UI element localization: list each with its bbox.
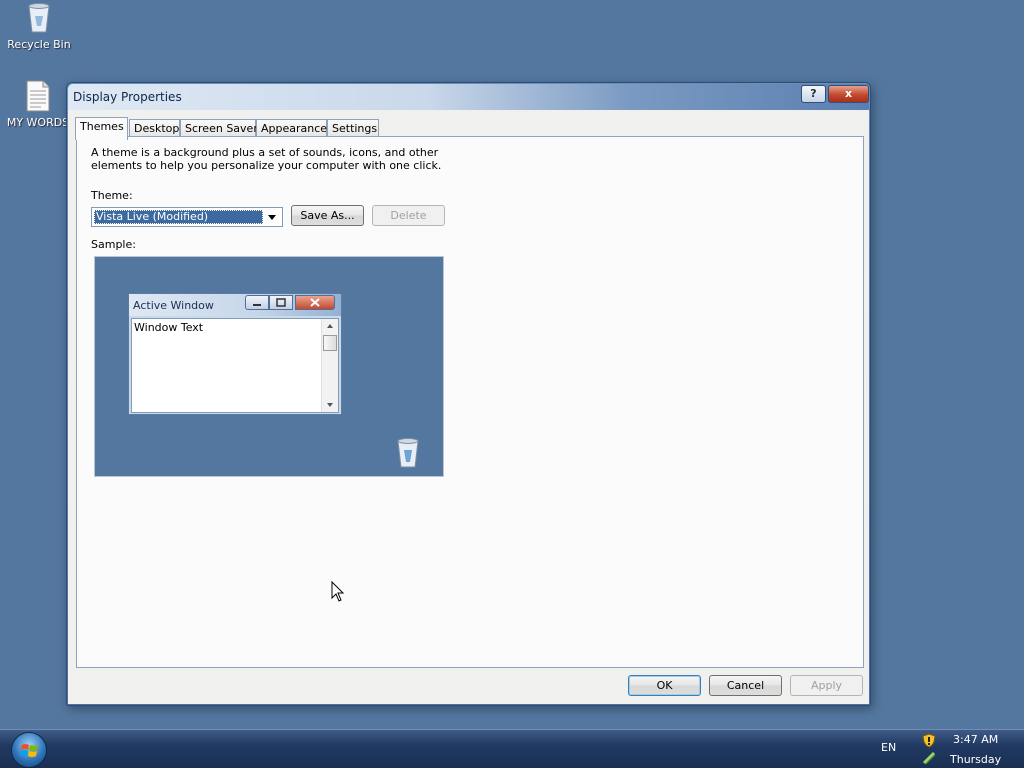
security-shield-icon[interactable] (922, 733, 936, 748)
sample-maximize-icon (269, 295, 293, 310)
sample-label: Sample: (91, 238, 136, 251)
title-bar[interactable]: Display Properties ? x (68, 84, 869, 110)
theme-selected-value: Vista Live (Modified) (94, 210, 263, 224)
my-words-desktop-icon[interactable]: MY WORDS (3, 80, 73, 129)
start-button[interactable] (11, 732, 47, 768)
help-button[interactable]: ? (801, 85, 826, 103)
close-icon: x (844, 87, 853, 100)
themes-panel: A theme is a background plus a set of so… (76, 136, 864, 668)
mouse-cursor-icon (331, 581, 345, 602)
theme-select[interactable]: Vista Live (Modified) (91, 207, 283, 227)
sample-active-window: Active Window Window Text (128, 293, 342, 415)
cancel-button[interactable]: Cancel (709, 675, 782, 696)
save-as-button[interactable]: Save As... (291, 205, 364, 226)
ok-button[interactable]: OK (628, 675, 701, 696)
apply-button[interactable]: Apply (790, 675, 863, 696)
sample-recycle-bin-icon (397, 438, 419, 468)
tab-themes[interactable]: Themes (75, 117, 128, 140)
theme-sample-preview: Active Window Window Text (94, 256, 444, 477)
recycle-bin-label: Recycle Bin (7, 38, 71, 51)
delete-button[interactable]: Delete (372, 205, 445, 226)
clock-day[interactable]: Thursday (950, 753, 1001, 766)
window-client-area: Themes Desktop Screen Saver Appearance S… (68, 110, 869, 704)
sample-title-bar: Active Window (129, 294, 341, 316)
sample-minimize-icon (245, 295, 269, 310)
clock-time[interactable]: 3:47 AM (953, 733, 998, 746)
chevron-down-icon[interactable] (264, 210, 280, 224)
network-icon[interactable] (922, 751, 936, 765)
sample-close-icon (295, 295, 335, 310)
recycle-bin-desktop-icon[interactable]: Recycle Bin (4, 2, 74, 51)
sample-window-body: Window Text (131, 318, 339, 413)
display-properties-window: Display Properties ? x Themes Desktop Sc… (66, 82, 871, 706)
windows-logo-icon (20, 744, 38, 757)
taskbar: EN 3:47 AM Thursday (0, 729, 1024, 768)
my-words-label: MY WORDS (6, 116, 70, 129)
recycle-bin-icon (28, 3, 50, 33)
sample-scroll-thumb (323, 335, 337, 351)
scroll-down-icon (327, 403, 333, 407)
sample-window-title: Active Window (133, 299, 214, 312)
sample-window-text: Window Text (134, 321, 204, 334)
scroll-up-icon (327, 324, 333, 328)
theme-description: A theme is a background plus a set of so… (91, 146, 442, 172)
theme-label: Theme: (91, 189, 133, 202)
text-document-icon (26, 80, 50, 112)
language-indicator[interactable]: EN (881, 741, 896, 754)
window-title: Display Properties (73, 90, 182, 104)
sample-caption-buttons (245, 295, 340, 311)
help-icon: ? (810, 87, 817, 100)
sample-scrollbar (321, 319, 338, 412)
close-button[interactable]: x (828, 85, 869, 103)
